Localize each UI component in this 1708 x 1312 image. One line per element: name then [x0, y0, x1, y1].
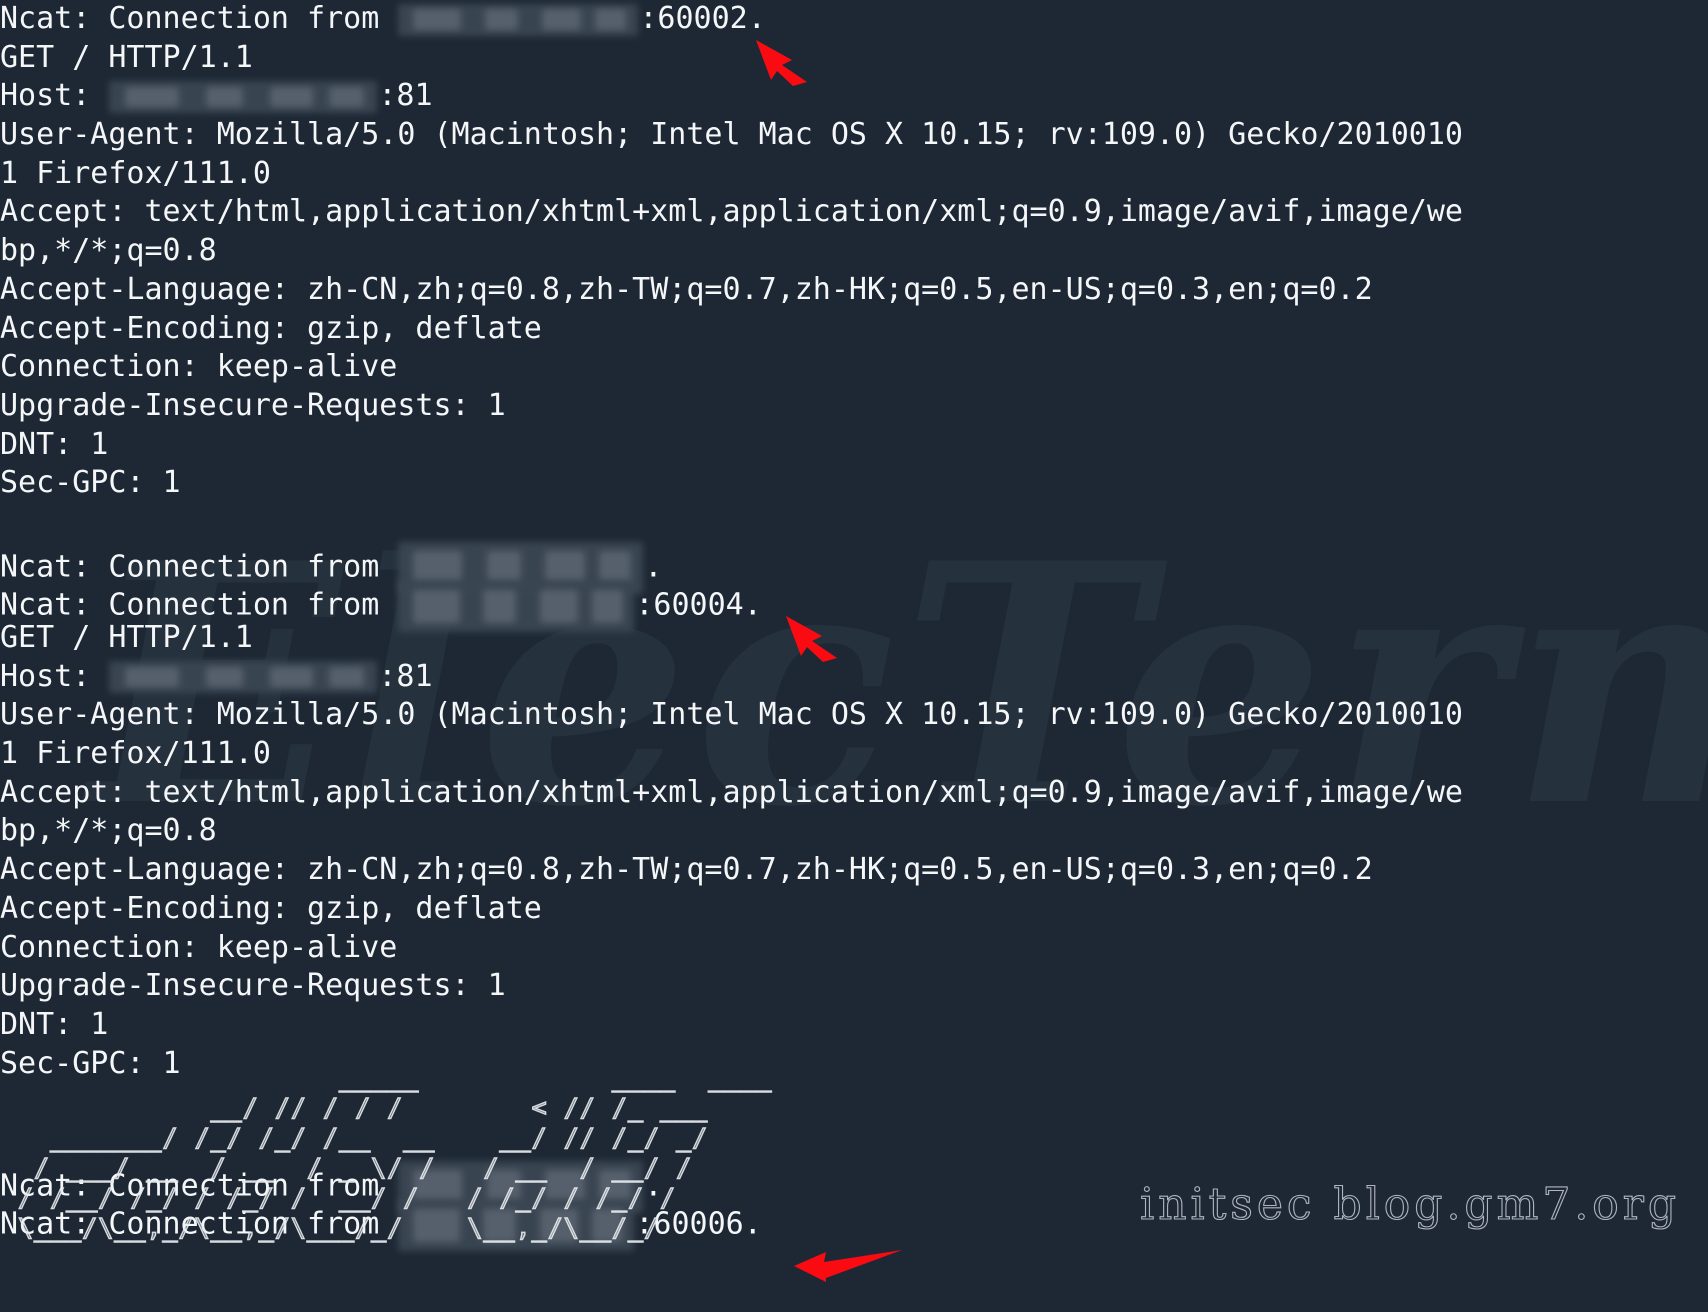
- terminal-line: Upgrade-Insecure-Requests: 1: [0, 387, 1708, 426]
- terminal-line: Ncat: Connection from .: [0, 541, 1708, 594]
- line-text: GET / HTTP/1.1: [0, 39, 253, 75]
- terminal-line: Accept: text/html,application/xhtml+xml,…: [0, 774, 1708, 813]
- terminal-line: DNT: 1: [0, 426, 1708, 465]
- line-text: Accept-Language: zh-CN,zh;q=0.8,zh-TW;q=…: [0, 271, 1373, 307]
- terminal-line: 1 Firefox/111.0: [0, 735, 1708, 774]
- line-text: Upgrade-Insecure-Requests: 1: [0, 968, 506, 1004]
- terminal-line: Accept-Language: zh-CN,zh;q=0.8,zh-TW;q=…: [0, 271, 1708, 310]
- line-text: GET / HTTP/1.1: [0, 620, 253, 655]
- line-text-prefix: Ncat: Connection from: [0, 1206, 398, 1242]
- line-text: Accept: text/html,application/xhtml+xml,…: [0, 194, 1463, 230]
- terminal-line: Ncat: Connection from :60004.: [0, 580, 1708, 633]
- line-text-prefix: Host:: [0, 658, 109, 694]
- terminal-line: Sec-GPC: 1: [0, 1045, 1708, 1084]
- line-text: 1 Firefox/111.0: [0, 155, 271, 191]
- terminal-line: User-Agent: Mozilla/5.0 (Macintosh; Inte…: [0, 696, 1708, 735]
- terminal-line: 1 Firefox/111.0: [0, 155, 1708, 194]
- line-text: Upgrade-Insecure-Requests: 1: [0, 387, 506, 423]
- line-text-suffix: :60002.: [639, 1, 766, 36]
- redacted-ip-address: [109, 661, 378, 694]
- line-text: Accept-Encoding: gzip, deflate: [0, 310, 542, 346]
- line-text: DNT: 1: [0, 1006, 109, 1042]
- terminal-line: GET / HTTP/1.1: [0, 619, 1708, 658]
- terminal-window: ElecTerm Ncat: Connection from :60002. GE…: [0, 0, 1708, 1312]
- terminal-line: Accept-Encoding: gzip, deflate: [0, 310, 1708, 349]
- line-text-prefix: Ncat: Connection from: [0, 587, 398, 623]
- terminal-line: Accept: text/html,application/xhtml+xml,…: [0, 193, 1708, 232]
- terminal-line: Ncat: Connection from :60006.: [0, 1199, 1708, 1252]
- line-text: DNT: 1: [0, 426, 109, 462]
- terminal-line: bp,*/*;q=0.8: [0, 812, 1708, 851]
- line-text-suffix: :81: [378, 78, 433, 114]
- terminal-line: Host: :81: [0, 77, 1708, 116]
- redacted-ip-address: [398, 3, 639, 36]
- terminal-line: Host: :81: [0, 658, 1708, 697]
- redacted-ip-address: [398, 1199, 635, 1252]
- line-text: Connection: keep-alive: [0, 929, 398, 965]
- line-text-suffix: :60006.: [635, 1206, 762, 1242]
- line-text: Sec-GPC: 1: [0, 1045, 181, 1081]
- line-text: Accept: text/html,application/xhtml+xml,…: [0, 774, 1463, 810]
- line-text-prefix: Ncat: Connection from: [0, 1168, 398, 1204]
- terminal-line: Accept-Language: zh-CN,zh;q=0.8,zh-TW;q=…: [0, 851, 1708, 890]
- terminal-line: Upgrade-Insecure-Requests: 1: [0, 967, 1708, 1006]
- line-text: Accept-Encoding: gzip, deflate: [0, 890, 542, 926]
- line-text: Connection: keep-alive: [0, 349, 398, 385]
- terminal-line: Connection: keep-alive: [0, 348, 1708, 387]
- line-text-prefix: Ncat: Connection from: [0, 1, 398, 36]
- line-text: 1 Firefox/111.0: [0, 736, 271, 772]
- line-text-prefix: Ncat: Connection from: [0, 549, 398, 585]
- line-text-suffix: .: [644, 549, 663, 585]
- terminal-line: Connection: keep-alive: [0, 929, 1708, 968]
- line-text: bp,*/*;q=0.8: [0, 813, 217, 849]
- terminal-line: User-Agent: Mozilla/5.0 (Macintosh; Inte…: [0, 116, 1708, 155]
- redacted-ip-address: [109, 80, 378, 113]
- line-text-prefix: Host:: [0, 78, 109, 114]
- line-text-suffix: :81: [378, 658, 433, 694]
- line-text-suffix: .: [644, 1168, 663, 1204]
- arrow-pointing-to-port-60006: [794, 1250, 902, 1282]
- line-text: User-Agent: Mozilla/5.0 (Macintosh; Inte…: [0, 117, 1463, 153]
- terminal-output[interactable]: Ncat: Connection from :60002. GET / HTTP/…: [0, 0, 1708, 1252]
- terminal-line: Accept-Encoding: gzip, deflate: [0, 890, 1708, 929]
- terminal-line: Sec-GPC: 1: [0, 464, 1708, 503]
- line-text: Sec-GPC: 1: [0, 465, 181, 501]
- terminal-line: bp,*/*;q=0.8: [0, 232, 1708, 271]
- terminal-line: DNT: 1: [0, 1006, 1708, 1045]
- terminal-line: GET / HTTP/1.1: [0, 39, 1708, 78]
- line-text: Accept-Language: zh-CN,zh;q=0.8,zh-TW;q=…: [0, 852, 1373, 888]
- line-text: bp,*/*;q=0.8: [0, 233, 217, 269]
- line-text-suffix: :60004.: [635, 587, 762, 623]
- terminal-line: Ncat: Connection from :60002.: [0, 0, 1708, 39]
- terminal-line: Ncat: Connection from .: [0, 1160, 1708, 1213]
- line-text: User-Agent: Mozilla/5.0 (Macintosh; Inte…: [0, 697, 1463, 733]
